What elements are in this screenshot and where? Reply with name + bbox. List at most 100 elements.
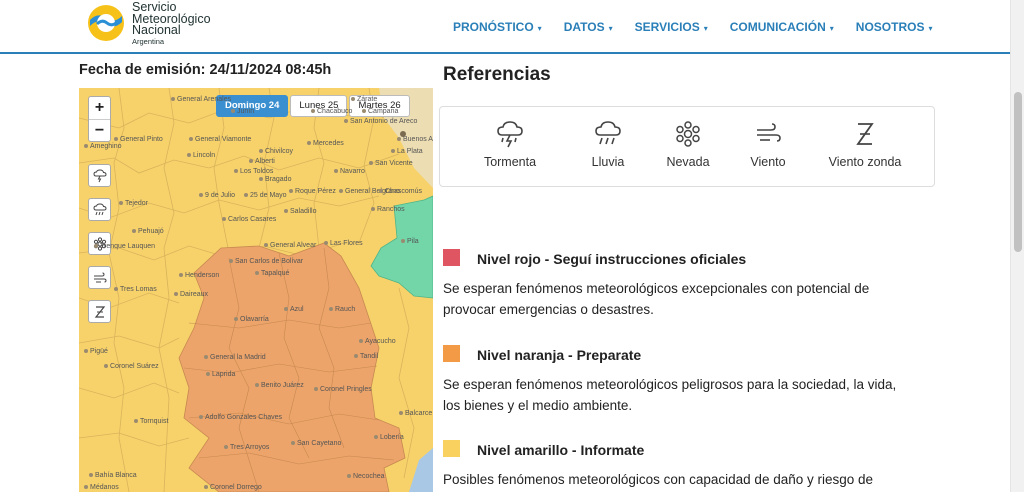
nav-item-1[interactable]: DATOS ▾ xyxy=(564,20,613,34)
nav-item-label: NOSOTROS xyxy=(855,20,925,34)
main-nav: PRONÓSTICO ▾ DATOS ▾ SERVICIOS ▾ COMUNICACIÓN ▾… xyxy=(453,20,954,34)
zoom-control: + − xyxy=(88,96,111,142)
page-scrollbar[interactable] xyxy=(1010,0,1024,492)
level-red-swatch xyxy=(443,249,460,266)
town-label: Ayacucho xyxy=(359,338,396,345)
town-label: Médanos xyxy=(84,484,119,491)
chevron-down-icon: ▾ xyxy=(703,24,708,33)
logo-line-4: Argentina xyxy=(132,36,165,46)
town-label: General Pinto xyxy=(114,136,163,143)
level-orange-title: Nivel naranja - Preparate xyxy=(477,347,642,363)
town-label: Olavarría xyxy=(234,316,269,323)
zonda-wind-icon xyxy=(856,123,874,145)
town-label: Pila xyxy=(401,238,419,245)
town-label: Chivilcoy xyxy=(259,148,293,155)
zoom-in-button[interactable]: + xyxy=(89,97,110,119)
ref-label-viento: Viento xyxy=(750,155,786,169)
town-label: Bahía Blanca xyxy=(89,472,137,479)
town-label: General Viamonte xyxy=(189,136,251,143)
town-label: Balcarce xyxy=(399,410,432,417)
nav-item-3[interactable]: COMUNICACIÓN ▾ xyxy=(730,20,834,34)
nav-item-label: DATOS xyxy=(563,20,605,34)
nav-item-label: PRONÓSTICO xyxy=(453,20,534,34)
chevron-down-icon: ▾ xyxy=(829,24,834,33)
level-yellow-swatch xyxy=(443,440,460,457)
town-label: Laprida xyxy=(206,371,235,378)
town-label: Pigüé xyxy=(84,348,108,355)
town-label: Benito Juárez xyxy=(255,382,304,389)
logo-line-3: Nacional xyxy=(132,23,181,37)
town-label: San Antonio de Areco xyxy=(344,118,417,125)
wind-filter-button[interactable] xyxy=(88,266,111,289)
nav-item-4[interactable]: NOSOTROS ▾ xyxy=(856,20,933,34)
town-label: Adolfo Gonzales Chaves xyxy=(199,414,282,421)
town-label: Tapalqué xyxy=(255,270,289,277)
ref-label-tormenta: Tormenta xyxy=(483,155,537,169)
town-label: Navarro xyxy=(334,168,365,175)
town-label: Lincoln xyxy=(187,152,215,159)
town-label: Tres Arroyos xyxy=(224,444,269,451)
top-bar: Servicio Meteorológico Nacional Argentin… xyxy=(0,0,1024,54)
town-label: General Alvear xyxy=(264,242,316,249)
ref-nevada: Nevada xyxy=(660,119,716,169)
town-label: 9 de Julio xyxy=(199,192,235,199)
ref-viento: Viento xyxy=(740,119,796,169)
town-label: General Arenales xyxy=(171,96,231,103)
level-orange-desc: Se esperan fenómenos meteorológicos peli… xyxy=(443,377,897,413)
chevron-down-icon: ▾ xyxy=(928,24,933,33)
town-label: Tres Lomas xyxy=(114,286,157,293)
town-label: Los Toldos xyxy=(234,168,273,175)
storm-filter-button[interactable] xyxy=(88,164,111,187)
nav-item-2[interactable]: SERVICIOS ▾ xyxy=(635,20,708,34)
nav-item-label: SERVICIOS xyxy=(634,20,700,34)
town-label: Zárate xyxy=(351,96,377,103)
scrollbar-thumb[interactable] xyxy=(1014,92,1022,252)
wind-icon xyxy=(757,123,781,142)
town-label: Bragado xyxy=(259,176,291,183)
references-box: Tormenta Lluvia Nevada Viento Viento zon… xyxy=(439,106,935,187)
level-yellow-title: Nivel amarillo - Informate xyxy=(477,442,645,458)
chevron-down-icon: ▾ xyxy=(537,24,542,33)
level-red-desc: Se esperan fenómenos meteorológicos exce… xyxy=(443,281,870,317)
zonda-filter-button[interactable] xyxy=(88,300,111,323)
wind-icon xyxy=(93,272,107,282)
zoom-out-button[interactable]: − xyxy=(89,119,110,141)
alert-map[interactable]: + − Domingo 24 Lunes 25 Martes 26 General … xyxy=(79,88,433,492)
ref-lluvia: Lluvia xyxy=(580,119,636,169)
ref-tormenta: Tormenta xyxy=(480,119,540,169)
storm-icon xyxy=(92,168,107,182)
ref-label-lluvia: Lluvia xyxy=(591,155,625,169)
nav-item-0[interactable]: PRONÓSTICO ▾ xyxy=(453,20,542,34)
town-label: Pehuajó xyxy=(132,228,164,235)
town-label: Buenos Aires xyxy=(397,136,433,143)
town-label: Coronel Pringles xyxy=(314,386,372,393)
town-label: Carlos Casares xyxy=(222,216,276,223)
town-label: San Vicente xyxy=(369,160,413,167)
storm-icon xyxy=(497,121,523,148)
references-title: Referencias xyxy=(443,64,551,85)
town-label: Tandil xyxy=(354,353,378,360)
rain-filter-button[interactable] xyxy=(88,198,111,221)
town-label: La Plata xyxy=(391,148,423,155)
town-label: Tejedor xyxy=(119,200,148,207)
town-label: Ranchos xyxy=(371,206,405,213)
rain-icon xyxy=(92,202,107,215)
level-orange-swatch xyxy=(443,345,460,362)
town-label: Roque Pérez xyxy=(289,188,336,195)
town-label: Alberti xyxy=(249,158,275,165)
level-yellow-desc: Posibles fenómenos meteorológicos con ca… xyxy=(443,472,874,487)
town-label: Azul xyxy=(284,306,304,313)
town-label: Junín xyxy=(231,108,254,115)
ref-label-nevada: Nevada xyxy=(666,155,710,169)
snow-icon xyxy=(676,121,700,147)
town-label: San Carlos de Bolívar xyxy=(229,258,303,265)
issue-date: Fecha de emisión: 24/11/2024 08:45h xyxy=(79,62,332,78)
town-label: Chacabuco xyxy=(311,108,352,115)
smn-logo[interactable]: Servicio Meteorológico Nacional Argentin… xyxy=(86,1,246,50)
town-label: Mercedes xyxy=(307,140,344,147)
town-label: 25 de Mayo xyxy=(244,192,287,199)
ref-viento-zonda: Viento zonda xyxy=(820,119,910,169)
town-label: Rauch xyxy=(329,306,355,313)
town-label: Lobería xyxy=(374,434,404,441)
nav-item-label: COMUNICACIÓN xyxy=(729,20,826,34)
